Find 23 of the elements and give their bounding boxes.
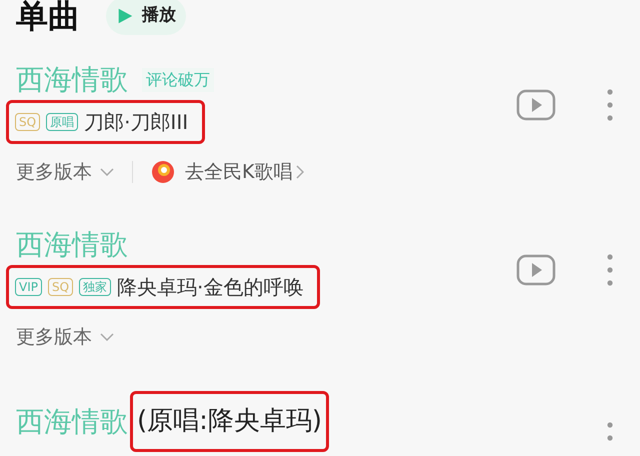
quality-tag: VIP <box>15 278 42 296</box>
artist-album: 降央卓玛·金色的呼唤 <box>117 274 304 300</box>
quality-tag: SQ <box>15 113 40 131</box>
play-all-button[interactable]: 播放 <box>106 0 186 35</box>
section-title: 单曲 <box>16 0 80 32</box>
artist-album: 刀郎·刀郎III <box>84 109 190 136</box>
more-versions-link[interactable]: 更多版本 <box>16 158 92 186</box>
chevron-down-icon[interactable] <box>100 168 114 176</box>
karaoke-app-icon <box>151 160 175 184</box>
more-versions-link[interactable]: 更多版本 <box>16 322 92 351</box>
original-singer-note: (原唱:降央卓玛) <box>130 391 330 452</box>
video-play-icon[interactable] <box>516 89 556 121</box>
quality-tag: 原唱 <box>46 113 78 131</box>
more-icon[interactable] <box>606 88 614 122</box>
chevron-down-icon[interactable] <box>100 332 114 341</box>
quality-tag: SQ <box>48 278 74 296</box>
video-play-icon[interactable] <box>516 254 556 286</box>
chevron-right-icon[interactable] <box>296 165 304 180</box>
play-icon <box>116 7 134 25</box>
more-icon[interactable] <box>606 252 614 286</box>
quality-tag: 独家 <box>79 278 112 296</box>
comment-badge: 评论破万 <box>142 68 214 92</box>
karaoke-link[interactable]: 去全民K歌唱 <box>185 158 292 186</box>
